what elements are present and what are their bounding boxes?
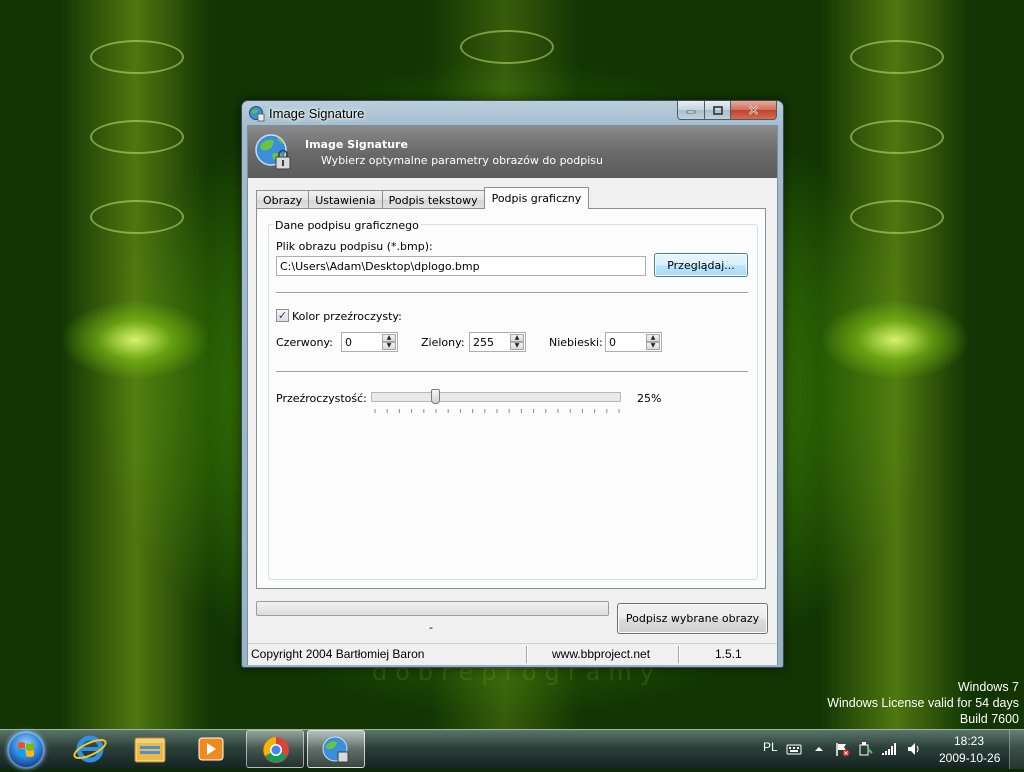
maximize-icon <box>712 105 723 115</box>
transparency-slider-ticks <box>374 409 620 413</box>
tab-podpis-graficzny[interactable]: Podpis graficzny <box>483 187 590 209</box>
windows-logo-icon <box>18 742 34 757</box>
language-indicator[interactable]: PL <box>763 740 778 754</box>
status-website-link[interactable]: www.bbproject.net <box>552 647 650 661</box>
minimize-icon <box>686 110 696 114</box>
blue-spinbox[interactable]: 0 ▲ ▼ <box>605 332 662 352</box>
status-version: 1.5.1 <box>715 647 742 661</box>
wallpaper-swirl <box>90 120 184 154</box>
status-divider <box>526 646 528 663</box>
app-globe-lock-icon <box>255 134 291 170</box>
volume-speaker-icon[interactable] <box>906 741 922 757</box>
blue-value: 0 <box>609 336 616 349</box>
show-hidden-icons-icon[interactable] <box>811 741 827 757</box>
chrome-icon <box>263 737 289 763</box>
close-button[interactable] <box>731 101 777 120</box>
spin-down-arrow-icon[interactable]: ▼ <box>382 342 396 350</box>
spin-up-arrow-icon[interactable]: ▲ <box>510 334 524 342</box>
status-divider <box>678 646 680 663</box>
taskbar-ie-button[interactable] <box>61 730 119 768</box>
taskbar-chrome-button[interactable] <box>246 730 304 768</box>
sign-images-button[interactable]: Podpisz wybrane obrazy <box>617 603 768 634</box>
maximize-button[interactable] <box>705 101 731 120</box>
blue-label: Niebieski: <box>549 336 603 349</box>
groupbox-title: Dane podpisu graficznego <box>273 219 421 232</box>
spin-down-arrow-icon[interactable]: ▼ <box>510 342 524 350</box>
tab-obrazy[interactable]: Obrazy <box>256 190 310 209</box>
close-icon <box>748 105 759 115</box>
header-title: Image Signature <box>305 138 408 151</box>
wallpaper-swirl <box>850 40 944 74</box>
green-label: Zielony: <box>421 336 465 349</box>
app-globe-icon <box>249 106 265 122</box>
header-banner: Image Signature Wybierz optymalne parame… <box>248 126 777 178</box>
window-title: Image Signature <box>269 106 365 121</box>
tab-podpis-tekstowy[interactable]: Podpis tekstowy <box>381 190 485 209</box>
signature-file-label: Plik obrazu podpisu (*.bmp): <box>276 240 433 253</box>
safely-remove-hardware-icon[interactable] <box>857 741 873 757</box>
spin-down-arrow-icon[interactable]: ▼ <box>646 342 660 350</box>
taskbar-image-signature-button[interactable] <box>307 730 365 768</box>
wallpaper-swirl <box>850 120 944 154</box>
wallpaper-glow-left <box>60 300 210 380</box>
separator <box>276 371 748 373</box>
wallpaper-swirl <box>460 30 554 64</box>
spin-up-arrow-icon[interactable]: ▲ <box>646 334 660 342</box>
clock-date[interactable]: 2009-10-26 <box>939 751 1000 765</box>
separator <box>276 292 748 294</box>
green-spinbox[interactable]: 255 ▲ ▼ <box>469 332 526 352</box>
wallpaper-swirl <box>850 200 944 234</box>
taskbar-explorer-button[interactable] <box>121 730 179 768</box>
red-value: 0 <box>345 336 352 349</box>
status-bar: Copyright 2004 Bartłomiej Baron www.bbpr… <box>248 643 777 665</box>
minimize-button[interactable] <box>677 101 705 120</box>
browse-button[interactable]: Przeglądaj... <box>654 253 748 277</box>
header-subtitle: Wybierz optymalne parametry obrazów do p… <box>321 154 604 167</box>
clock-time[interactable]: 18:23 <box>954 734 984 748</box>
spin-up-arrow-icon[interactable]: ▲ <box>382 334 396 342</box>
network-signal-icon[interactable] <box>881 741 897 757</box>
blue-spin-arrows: ▲ ▼ <box>646 334 660 350</box>
image-signature-window: Image Signature Image Signature Wybierz … <box>241 100 784 668</box>
start-button[interactable] <box>7 731 45 769</box>
wallpaper-swirl <box>90 40 184 74</box>
windows-explorer-icon <box>134 737 166 763</box>
windows-build-text: Build 7600 <box>959 712 1019 726</box>
windows-version-text: Windows 7 <box>957 680 1019 694</box>
image-signature-icon <box>322 736 349 763</box>
status-copyright: Copyright 2004 Bartłomiej Baron <box>251 647 425 661</box>
wallpaper-swirl <box>90 200 184 234</box>
media-player-icon <box>198 737 224 761</box>
green-spin-arrows: ▲ ▼ <box>510 334 524 350</box>
transparency-label: Przeźroczystość: <box>276 392 367 405</box>
action-center-flag-icon[interactable] <box>834 741 850 757</box>
windows-license-info: Windows 7 Windows License valid for 54 d… <box>827 679 1019 727</box>
transparency-slider-track[interactable] <box>371 392 621 402</box>
green-value: 255 <box>473 336 494 349</box>
windows-license-text: Windows License valid for 54 days <box>827 696 1019 710</box>
show-desktop-button[interactable] <box>1009 730 1024 769</box>
progress-bar <box>256 601 609 616</box>
keyboard-icon[interactable] <box>786 741 802 757</box>
transparent-color-label: Kolor przeźroczysty: <box>292 310 402 323</box>
transparent-color-checkbox[interactable]: ✓ <box>276 309 289 322</box>
red-label: Czerwony: <box>276 336 333 349</box>
window-caption-buttons <box>677 101 777 120</box>
taskbar-media-player-button[interactable] <box>182 730 240 768</box>
signature-file-path-input[interactable] <box>276 256 646 276</box>
graphic-signature-panel: Dane podpisu graficznego Plik obrazu pod… <box>256 208 766 589</box>
wallpaper-glow-right <box>820 300 970 380</box>
progress-status-text: - <box>429 621 433 634</box>
red-spin-arrows: ▲ ▼ <box>382 334 396 350</box>
window-client-area: Image Signature Wybierz optymalne parame… <box>247 125 778 665</box>
transparency-slider-thumb[interactable] <box>431 389 441 404</box>
red-spinbox[interactable]: 0 ▲ ▼ <box>341 332 398 352</box>
tab-strip: Obrazy Ustawienia Podpis tekstowy Podpis… <box>256 187 590 209</box>
tab-ustawienia[interactable]: Ustawienia <box>308 190 383 209</box>
internet-explorer-icon <box>73 735 107 763</box>
taskbar: PL 18:23 2009-10-26 <box>0 729 1024 769</box>
transparency-value: 25% <box>637 392 662 405</box>
window-titlebar[interactable]: Image Signature <box>242 101 783 127</box>
